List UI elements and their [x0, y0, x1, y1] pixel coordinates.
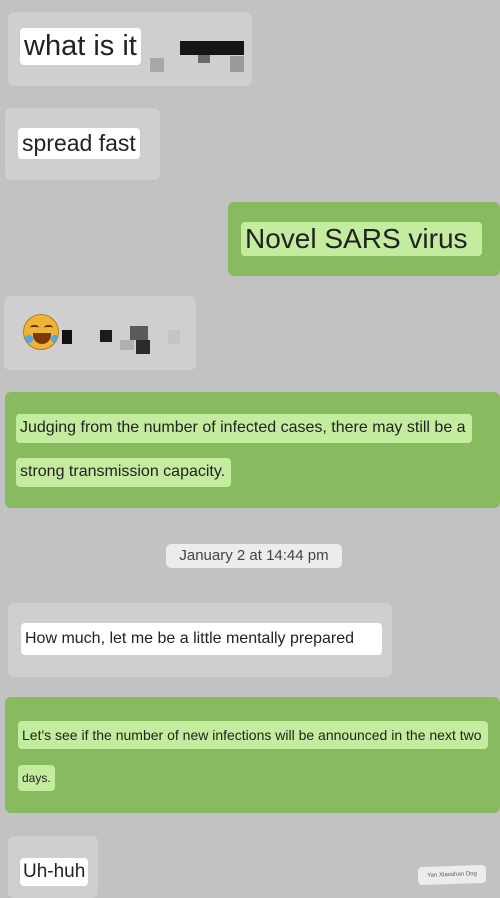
message-text-line: strong transmission capacity. [16, 458, 232, 487]
message-bubble-incoming[interactable] [4, 296, 196, 370]
message-bubble-incoming[interactable]: spread fast [5, 108, 160, 180]
watermark: Yan Xiaoshan Dog [417, 864, 487, 886]
message-bubble-incoming[interactable]: Uh-huh [8, 836, 98, 898]
message-bubble-incoming[interactable]: How much, let me be a little mentally pr… [8, 603, 392, 677]
redacted-block [120, 340, 134, 350]
laughing-crying-emoji-icon [23, 314, 59, 350]
redacted-block [130, 326, 148, 340]
redacted-block [198, 55, 210, 63]
timestamp: January 2 at 14:44 pm [166, 544, 342, 568]
message-text: spread fast [18, 128, 140, 159]
message-text-line: Let's see if the number of new infection… [18, 721, 488, 749]
message-text-line: days. [18, 765, 55, 791]
redacted-block [62, 330, 72, 344]
redacted-block [150, 58, 164, 72]
redacted-block [180, 41, 244, 55]
message-text: what is it [20, 28, 141, 65]
redacted-block [230, 56, 244, 72]
redacted-block [136, 340, 150, 354]
redacted-block [100, 330, 112, 342]
message-bubble-incoming[interactable]: what is it [8, 12, 252, 86]
message-bubble-outgoing[interactable]: Let's see if the number of new infection… [5, 697, 500, 813]
message-text: How much, let me be a little mentally pr… [21, 623, 383, 655]
message-text: Novel SARS virus [241, 222, 482, 256]
message-bubble-outgoing[interactable]: Judging from the number of infected case… [5, 392, 500, 508]
message-text-line: Judging from the number of infected case… [16, 414, 472, 443]
redacted-block [168, 330, 180, 344]
message-bubble-outgoing[interactable]: Novel SARS virus [228, 202, 500, 276]
message-text: Uh-huh [20, 858, 89, 886]
